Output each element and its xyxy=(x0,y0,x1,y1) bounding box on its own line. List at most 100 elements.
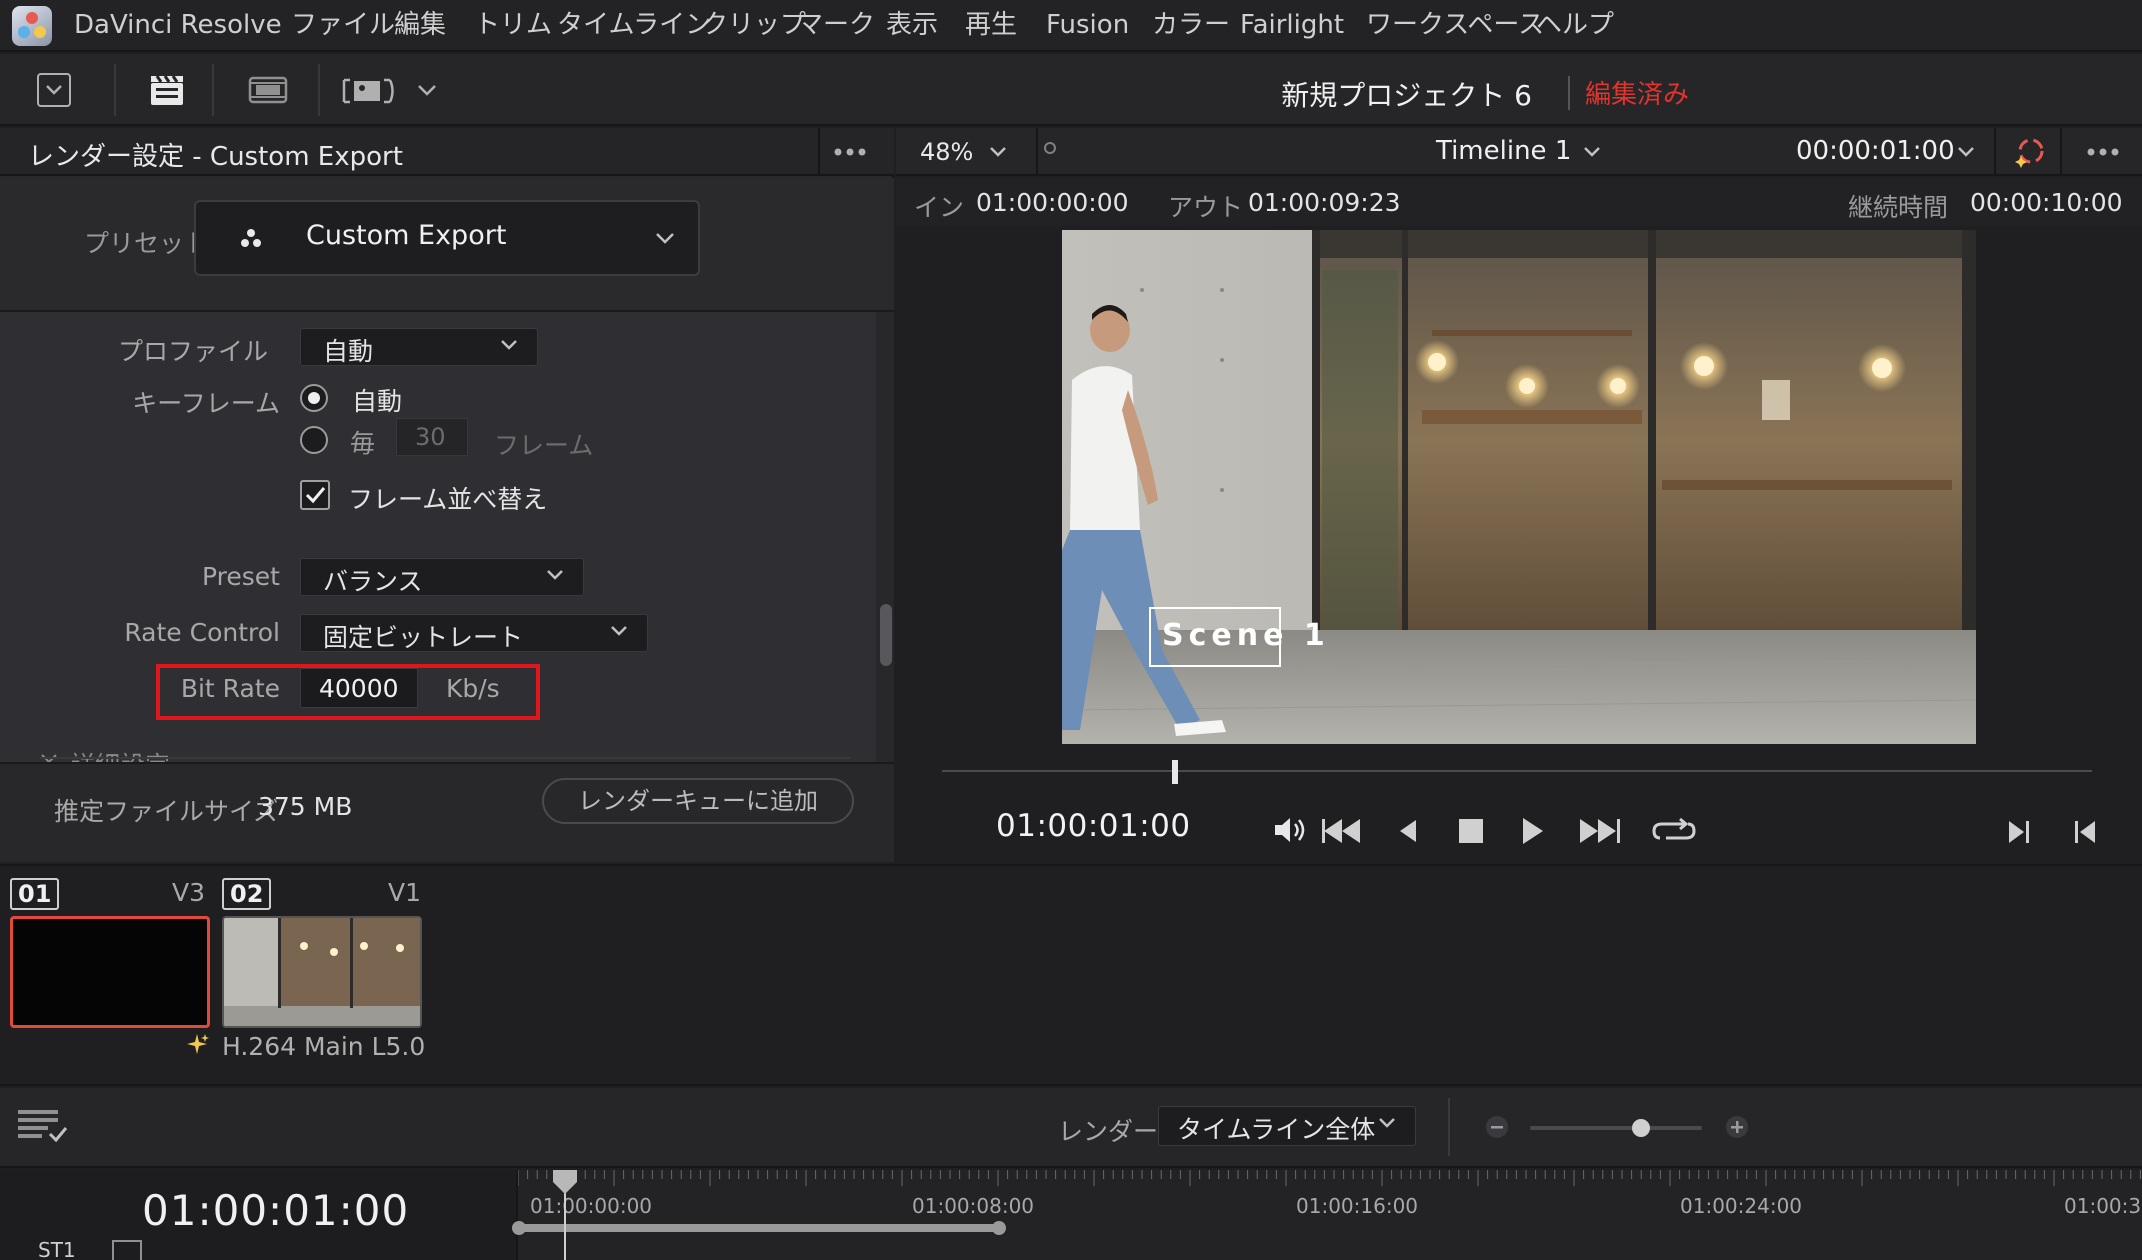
viewer-panel: 48% Timeline 1 00:00:01:00 イン 01:00:00:0… xyxy=(896,128,2142,862)
app-name[interactable]: DaVinci Resolve xyxy=(74,0,282,52)
range-end-handle[interactable] xyxy=(992,1221,1006,1235)
zoom-slider-track[interactable] xyxy=(1530,1126,1702,1130)
track-icon xyxy=(112,1240,142,1260)
scrubber-playhead[interactable] xyxy=(1172,760,1178,784)
video-preview[interactable]: Scene 1 xyxy=(1062,230,1976,744)
previous-edit-icon[interactable] xyxy=(2072,818,2098,846)
keyframe-unit-label: フレーム xyxy=(494,431,594,460)
clip-thumbnail[interactable] xyxy=(10,916,210,1028)
chevron-down-icon xyxy=(499,337,519,353)
menu-timeline[interactable]: タイムライン xyxy=(557,0,711,52)
render-range-dropdown[interactable]: タイムライン全体 xyxy=(1158,1106,1416,1146)
menu-view[interactable]: 表示 xyxy=(886,0,938,52)
timeline-area: 01:00:01:00 ST1 01:00:00:00 01:00:08:00 … xyxy=(0,1170,2142,1260)
track-label: ST1 xyxy=(38,1238,76,1260)
in-timecode: 01:00:00:00 xyxy=(976,188,1129,217)
menu-clip[interactable]: クリップ xyxy=(702,0,806,52)
render-range-bar[interactable] xyxy=(518,1224,998,1232)
skip-to-end-icon[interactable] xyxy=(1578,816,1622,846)
play-icon[interactable] xyxy=(1520,816,1546,846)
record-dot-icon xyxy=(1044,142,1056,154)
keyframe-auto-label: 自動 xyxy=(352,387,403,416)
keyframe-every-label: 毎 xyxy=(350,429,376,458)
menu-fusion[interactable]: Fusion xyxy=(1046,0,1129,52)
rate-control-label: Rate Control xyxy=(124,618,280,647)
menu-playback[interactable]: 再生 xyxy=(965,0,1017,52)
zoom-out-icon[interactable] xyxy=(1484,1114,1510,1140)
range-start-handle[interactable] xyxy=(512,1221,526,1235)
chevron-down-icon[interactable] xyxy=(1582,144,1602,160)
timeline-name[interactable]: Timeline 1 xyxy=(1436,136,1571,166)
ruler-tick-label: 01:00:16:00 xyxy=(1296,1194,1419,1218)
render-job-list-icon[interactable] xyxy=(16,1106,70,1146)
out-timecode: 01:00:09:23 xyxy=(1248,188,1401,217)
stop-icon[interactable] xyxy=(1458,818,1484,844)
bitrate-highlight-box xyxy=(156,664,540,720)
encoder-preset-label: Preset xyxy=(202,562,280,591)
clip-track: V1 xyxy=(388,878,422,907)
viewer-scrubber[interactable] xyxy=(942,770,2092,772)
panel-title: レンダー設定 - Custom Export xyxy=(28,142,403,172)
color-sparkle-icon[interactable] xyxy=(2012,136,2046,170)
ruler-tick-label: 01:00:24:00 xyxy=(1680,1194,1803,1218)
menu-trim[interactable]: トリム xyxy=(474,0,552,52)
davinci-logo-icon[interactable] xyxy=(12,6,52,46)
keyframe-auto-radio[interactable] xyxy=(300,384,328,412)
rate-control-dropdown[interactable]: 固定ビットレート xyxy=(300,614,648,652)
ruler-tick-label: 01:00:08:00 xyxy=(912,1194,1035,1218)
encoder-preset-dropdown[interactable]: バランス xyxy=(300,558,584,596)
menu-color[interactable]: カラー xyxy=(1152,0,1230,52)
more-options-icon[interactable] xyxy=(820,134,880,170)
viewer-timecode[interactable]: 00:00:01:00 xyxy=(1796,136,1955,166)
chevron-down-icon xyxy=(609,623,629,639)
keyframe-every-radio[interactable] xyxy=(300,426,328,454)
frame-reorder-checkbox[interactable] xyxy=(300,480,330,510)
add-to-render-queue-button[interactable]: レンダーキューに追加 xyxy=(542,778,854,824)
chevron-down-icon xyxy=(545,567,565,583)
loop-icon[interactable] xyxy=(1652,816,1696,846)
advanced-settings-label[interactable]: 詳細設定 xyxy=(70,746,170,762)
menu-help[interactable]: ヘルプ xyxy=(1536,0,1614,52)
media-viewer-icon[interactable] xyxy=(340,76,400,106)
clip-strip: 01 V3 02 V1 H.264 Main L5.0 xyxy=(0,864,2142,1086)
chevron-down-icon[interactable] xyxy=(416,82,438,98)
est-size-value: 375 MB xyxy=(258,792,353,821)
menu-fairlight[interactable]: Fairlight xyxy=(1240,0,1344,52)
out-label: アウト xyxy=(1168,193,1244,222)
menu-edit[interactable]: 編集 xyxy=(394,0,446,52)
scene-overlay-text: Scene 1 xyxy=(1162,618,1330,653)
step-back-icon[interactable] xyxy=(1396,818,1420,844)
render-bar: レンダー タイムライン全体 xyxy=(0,1088,2142,1168)
menu-mark[interactable]: マーク xyxy=(797,0,875,52)
menu-file[interactable]: ファイル xyxy=(291,0,395,52)
ruler-tick-label: 01:00:00:00 xyxy=(530,1194,653,1218)
clip-thumbnail[interactable] xyxy=(222,916,422,1028)
timeline-timecode: 01:00:01:00 xyxy=(142,1186,410,1235)
menu-workspace[interactable]: ワークスペース xyxy=(1366,0,1544,52)
chevron-down-icon[interactable] xyxy=(1956,144,1976,160)
scroll-thumb[interactable] xyxy=(880,604,892,666)
volume-icon[interactable] xyxy=(1272,814,1308,846)
est-size-label: 推定ファイルサイズ xyxy=(54,797,279,826)
film-strip-icon[interactable] xyxy=(248,74,288,106)
next-edit-icon[interactable] xyxy=(2006,818,2032,846)
timeline-ruler[interactable]: 01:00:00:00 01:00:08:00 01:00:16:00 01:0… xyxy=(512,1170,2142,1260)
preset-dropdown[interactable]: Custom Export xyxy=(194,200,700,276)
keyframe-interval-input[interactable]: 30 xyxy=(396,418,468,456)
frame-reorder-label: フレーム並べ替え xyxy=(348,485,548,514)
skip-to-start-icon[interactable] xyxy=(1322,816,1366,846)
zoom-slider-knob[interactable] xyxy=(1632,1119,1650,1137)
zoom-level[interactable]: 48% xyxy=(920,138,973,166)
playhead-handle-icon[interactable] xyxy=(552,1170,578,1194)
menu-bar: DaVinci Resolve ファイル 編集 トリム タイムライン クリップ … xyxy=(0,0,2142,52)
profile-dropdown[interactable]: 自動 xyxy=(300,328,538,366)
clapper-icon[interactable] xyxy=(148,70,186,108)
more-options-icon[interactable] xyxy=(2078,134,2128,170)
chevron-down-icon xyxy=(1377,1115,1397,1131)
clip-track: V3 xyxy=(172,878,206,907)
zoom-in-icon[interactable] xyxy=(1724,1114,1750,1140)
project-edited-status: 編集済み xyxy=(1585,80,1690,110)
chevron-down-icon[interactable] xyxy=(988,144,1008,160)
scrollbar[interactable] xyxy=(876,312,894,762)
collapse-dropdown-icon[interactable] xyxy=(36,72,72,108)
